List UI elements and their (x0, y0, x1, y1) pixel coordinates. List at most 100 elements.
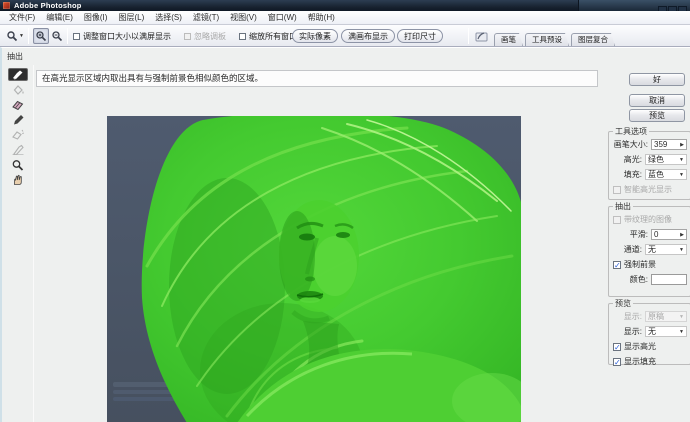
hand-tool[interactable] (8, 173, 28, 186)
ignore-palettes-checkbox (184, 33, 191, 40)
spinner-arrow-icon[interactable]: ▶ (680, 142, 684, 148)
actual-pixels-button[interactable]: 实际像素 (292, 29, 338, 43)
force-foreground-label: 强制前景 (624, 259, 656, 270)
cancel-button[interactable]: 取消 (629, 94, 685, 107)
ignore-palettes-label: 忽略调板 (194, 31, 226, 42)
tab-brushes[interactable]: 画笔 (494, 33, 523, 46)
photoshop-app-icon (3, 2, 10, 9)
divider (33, 65, 34, 422)
fill-select[interactable]: 蓝色 ▼ (645, 169, 687, 180)
edge-highlighter-icon (11, 69, 25, 80)
instruction-text: 在高光显示区域内取出具有与强制前景色相似颜色的区域。 (36, 70, 598, 87)
channel-label: 通道: (624, 244, 642, 255)
menu-help[interactable]: 帮助(H) (304, 12, 339, 23)
show-highlight-label: 显示高光 (624, 341, 656, 352)
dropdown-arrow-icon: ▼ (679, 172, 684, 178)
highlight-label: 高光: (624, 154, 642, 165)
brushes-palette-icon[interactable] (475, 30, 488, 43)
show-fill-checkbox[interactable]: ✓ (613, 358, 621, 366)
fill-label: 填充: (624, 169, 642, 180)
brush-size-label: 画笔大小: (614, 139, 648, 150)
menu-filter[interactable]: 滤镜(T) (189, 12, 223, 23)
textured-image-label: 带纹理的图像 (624, 214, 672, 225)
eyedropper-tool[interactable] (8, 113, 28, 126)
preview-group: 预览 显示: 原稿 ▼ 显示: 无 ▼ ✓ 显示高光 ✓ (608, 303, 690, 365)
window-controls[interactable] (578, 0, 690, 11)
extract-group-label: 抽出 (613, 201, 633, 212)
display-value: 无 (648, 326, 656, 337)
smart-highlighting-label: 智能高光显示 (624, 184, 672, 195)
eraser-tool[interactable] (8, 98, 28, 111)
zoom-in-button[interactable] (33, 28, 49, 44)
ok-button[interactable]: 好 (629, 73, 685, 86)
zoom-all-windows-checkbox[interactable] (239, 33, 246, 40)
fit-window-checkbox[interactable] (73, 33, 80, 40)
zoom-out-icon (51, 30, 63, 42)
dropdown-arrow-icon: ▼ (679, 247, 684, 253)
channel-value: 无 (648, 244, 656, 255)
extract-dialog: 抽出 在高光显示区域内取出具有与强制前景色相似颜色的区域。 (0, 47, 690, 422)
dropdown-arrow-icon: ▼ (679, 329, 684, 335)
menu-window[interactable]: 窗口(W) (264, 12, 301, 23)
menu-image[interactable]: 图像(I) (80, 12, 112, 23)
display-select[interactable]: 无 ▼ (645, 326, 687, 337)
options-bar: ▼ 调整窗口大小以满屏显示 (0, 25, 690, 47)
magnifier-icon (6, 30, 18, 42)
palette-well: 画笔 工具预设 图层复合 (494, 33, 615, 46)
photoshop-window: Adobe Photoshop 文件(F) 编辑(E) 图像(I) 图层(L) … (0, 0, 690, 422)
foreground-color-swatch[interactable] (651, 274, 687, 285)
extract-group: 抽出 带纹理的图像 平滑: 0 ▶ 通道: 无 ▼ ✓ (608, 206, 690, 297)
image-preview[interactable] (107, 116, 521, 422)
menu-view[interactable]: 视图(V) (226, 12, 261, 23)
dropdown-arrow-icon: ▼ (679, 157, 684, 163)
magnifier-icon (11, 159, 25, 171)
spinner-arrow-icon[interactable]: ▶ (680, 232, 684, 238)
zoom-tool[interactable] (8, 158, 28, 171)
fill-value: 蓝色 (648, 169, 664, 180)
preview-button[interactable]: 预览 (629, 109, 685, 122)
paint-bucket-icon (11, 84, 25, 95)
edge-touchup-tool (8, 143, 28, 156)
smooth-label: 平滑: (630, 229, 648, 240)
brush-size-value: 359 (654, 140, 667, 149)
menu-bar: 文件(F) 编辑(E) 图像(I) 图层(L) 选择(S) 滤镜(T) 视图(V… (0, 11, 690, 25)
smooth-input[interactable]: 0 ▶ (651, 229, 687, 240)
show-select: 原稿 ▼ (645, 311, 687, 322)
zoom-in-icon (35, 30, 47, 42)
menu-edit[interactable]: 编辑(E) (42, 12, 77, 23)
window-title: Adobe Photoshop (14, 1, 82, 10)
cleanup-tool (8, 128, 28, 141)
color-label: 颜色: (630, 274, 648, 285)
fill-tool (8, 83, 28, 96)
edge-touchup-icon (11, 144, 25, 155)
eyedropper-icon (11, 114, 25, 125)
show-highlight-checkbox[interactable]: ✓ (613, 343, 621, 351)
show-label: 显示: (624, 311, 642, 322)
force-foreground-checkbox[interactable]: ✓ (613, 261, 621, 269)
brush-size-input[interactable]: 359 ▶ (651, 139, 687, 150)
fit-window-label: 调整窗口大小以满屏显示 (83, 31, 171, 42)
menu-file[interactable]: 文件(F) (5, 12, 39, 23)
extract-toolbar (5, 68, 31, 186)
tool-dropdown-arrow-icon: ▼ (19, 33, 24, 39)
eraser-icon (11, 99, 25, 110)
textured-image-checkbox (613, 216, 621, 224)
show-value: 原稿 (648, 311, 664, 322)
title-bar: Adobe Photoshop (0, 0, 690, 11)
separator (67, 28, 68, 44)
extract-preview-image (107, 116, 521, 422)
highlight-select[interactable]: 绿色 ▼ (645, 154, 687, 165)
edge-highlighter-tool[interactable] (8, 68, 28, 81)
print-size-button[interactable]: 打印尺寸 (397, 29, 443, 43)
dialog-title: 抽出 (7, 51, 23, 62)
tab-tool-presets[interactable]: 工具预设 (525, 33, 569, 46)
zoom-out-button[interactable] (49, 28, 65, 44)
fit-on-screen-button[interactable]: 满画布显示 (341, 29, 395, 43)
zoom-tool-current[interactable]: ▼ (6, 25, 24, 47)
channel-select[interactable]: 无 ▼ (645, 244, 687, 255)
tab-layer-comps[interactable]: 图层复合 (571, 33, 615, 46)
show-fill-label: 显示填充 (624, 356, 656, 367)
menu-layer[interactable]: 图层(L) (114, 12, 148, 23)
zoom-all-windows-label: 缩放所有窗口 (249, 31, 297, 42)
menu-select[interactable]: 选择(S) (151, 12, 186, 23)
